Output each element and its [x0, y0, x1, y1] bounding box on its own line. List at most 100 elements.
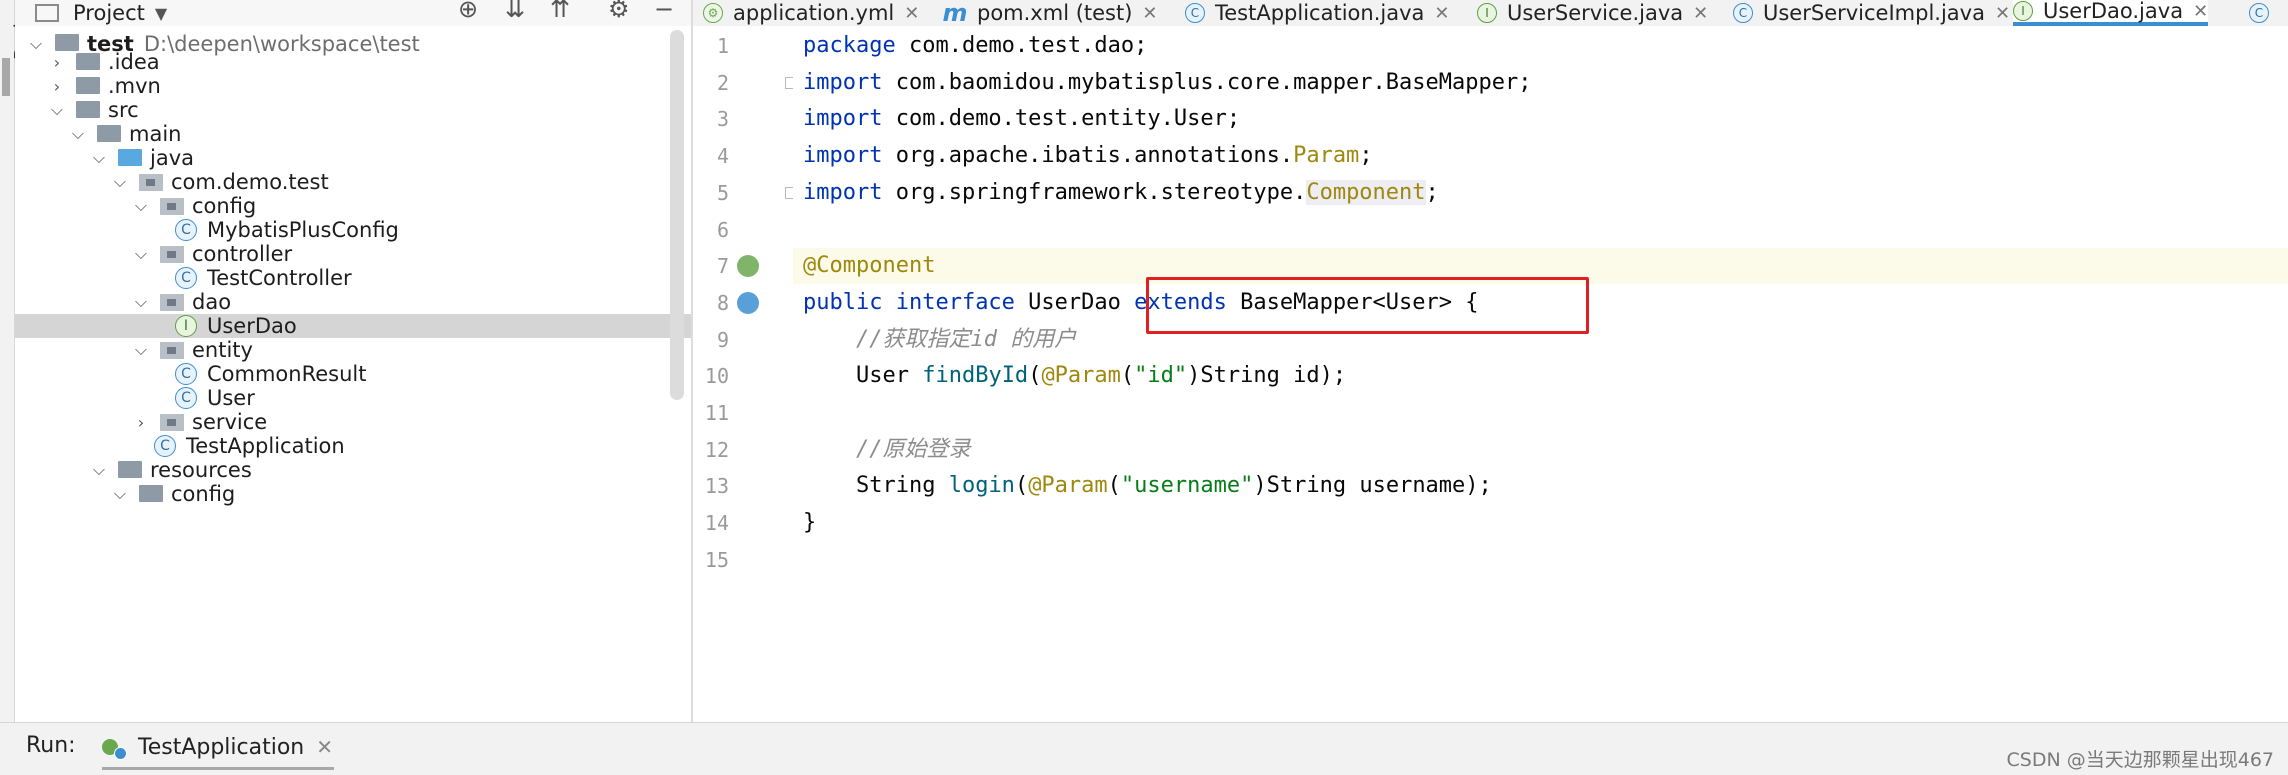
tab-pom-xml-test-[interactable]: m pom.xml (test) ✕: [943, 0, 1158, 26]
package-icon: [160, 197, 184, 215]
run-tab-testapplication[interactable]: TestApplication ✕: [102, 731, 333, 763]
tab-testapplication-java[interactable]: C TestApplication.java ✕: [1185, 0, 1449, 26]
strip-active-marker: [2, 58, 10, 96]
close-icon[interactable]: ✕: [1693, 3, 1708, 24]
close-icon[interactable]: ✕: [1142, 3, 1157, 24]
chevron-right-icon[interactable]: ›: [130, 413, 152, 432]
tree-item--idea[interactable]: › .idea: [15, 50, 691, 74]
folder-icon: [139, 484, 163, 502]
tree-item-controller[interactable]: ⌵ controller: [15, 242, 691, 266]
project-panel-title[interactable]: Project: [73, 1, 145, 25]
collapse-all-icon[interactable]: ⇈: [550, 0, 570, 21]
project-panel-icon: [35, 4, 59, 22]
code-line[interactable]: import com.baomidou.mybatisplus.core.map…: [793, 65, 2288, 101]
code-line[interactable]: [793, 395, 2288, 431]
code-token: package: [803, 33, 909, 58]
tree-item-java[interactable]: ⌵ java: [15, 146, 691, 170]
spring-bean-icon[interactable]: [737, 255, 759, 278]
tree-item-com-demo-test[interactable]: ⌵ com.demo.test: [15, 170, 691, 194]
interface-file-icon: I: [1477, 3, 1497, 23]
tree-item-config[interactable]: ⌵ config: [15, 194, 691, 218]
code-line[interactable]: import org.apache.ibatis.annotations.Par…: [793, 138, 2288, 174]
code-line[interactable]: import org.springframework.stereotype.Co…: [793, 175, 2288, 211]
close-icon[interactable]: ✕: [316, 735, 333, 759]
tree-item-testapplication[interactable]: C TestApplication: [15, 434, 691, 458]
tree-item--mvn[interactable]: › .mvn: [15, 74, 691, 98]
line-number: 14: [704, 511, 729, 536]
tree-item-mybatisplusconfig[interactable]: C MybatisPlusConfig: [15, 218, 691, 242]
code-token: import: [803, 69, 896, 95]
watermark: CSDN @当天边那颗星出现467: [2006, 749, 2274, 771]
code-line[interactable]: User findById(@Param("id")String id);: [793, 358, 2288, 394]
tree-item-resources[interactable]: ⌵ resources: [15, 458, 691, 482]
tab-userdao-java[interactable]: I UserDao.java ✕: [2013, 0, 2209, 26]
code-line[interactable]: [793, 542, 2288, 578]
interface-icon: I: [175, 315, 197, 337]
tree-item-config[interactable]: ⌵ config: [15, 482, 691, 506]
code-token: com.demo.test.entity.User;: [895, 106, 1241, 132]
line-number: 2: [716, 70, 729, 95]
tree-item-src[interactable]: ⌵ src: [15, 98, 691, 122]
tree-item-commonresult[interactable]: C CommonResult: [15, 362, 691, 386]
chevron-down-icon[interactable]: ⌵: [130, 340, 152, 360]
line-number: 3: [716, 107, 729, 132]
line-number: 12: [704, 437, 729, 462]
code-editor[interactable]: package com.demo.test.dao; import com.bao…: [793, 26, 2288, 722]
code-line[interactable]: String login(@Param("username")String us…: [793, 468, 2288, 504]
tree-item-user[interactable]: C User: [15, 386, 691, 410]
chevron-down-icon[interactable]: ▼: [155, 4, 167, 23]
expand-all-icon[interactable]: ⇊: [505, 0, 525, 21]
hide-panel-icon[interactable]: −: [654, 0, 674, 21]
implemented-icon[interactable]: [737, 291, 759, 314]
chevron-down-icon[interactable]: ⌵: [130, 244, 152, 264]
gear-icon[interactable]: ⚙: [608, 0, 630, 21]
chevron-right-icon[interactable]: ›: [46, 77, 68, 96]
editor-gutter: 1 2 3 4 5 6 7 8 9 10 11 12 13 14 15: [693, 26, 797, 722]
tab-label: pom.xml (test): [977, 1, 1133, 25]
chevron-down-icon[interactable]: ⌵: [88, 148, 110, 168]
code-token: User: [803, 363, 923, 389]
tab-userserviceimpl-java[interactable]: C UserServiceImpl.java ✕: [1733, 0, 2010, 26]
code-line[interactable]: package com.demo.test.dao;: [793, 28, 2288, 64]
chevron-down-icon[interactable]: ⌵: [46, 100, 68, 120]
tree-item-service[interactable]: › service: [15, 410, 691, 434]
close-icon[interactable]: ✕: [1995, 3, 2010, 24]
chevron-down-icon[interactable]: ⌵: [130, 292, 152, 312]
code-token: )String id);: [1187, 363, 1347, 389]
tree-item-label: config: [192, 194, 257, 218]
close-icon[interactable]: ✕: [904, 3, 919, 24]
code-token: (: [1028, 363, 1042, 389]
tree-scrollbar[interactable]: [670, 30, 684, 400]
chevron-down-icon[interactable]: ⌵: [67, 124, 89, 144]
tab-application-yml[interactable]: ⚙ application.yml ✕: [703, 0, 919, 26]
run-tab-label: TestApplication: [138, 734, 305, 760]
chevron-down-icon[interactable]: ⌵: [109, 484, 131, 504]
tree-item-testcontroller[interactable]: C TestController: [15, 266, 691, 290]
tab-label: UserService.java: [1507, 1, 1684, 25]
tree-item-entity[interactable]: ⌵ entity: [15, 338, 691, 362]
tree-item-label: main: [129, 122, 182, 146]
chevron-down-icon[interactable]: ⌵: [130, 196, 152, 216]
code-line[interactable]: //原始登录: [793, 432, 2288, 468]
tree-item-userdao[interactable]: I UserDao: [15, 314, 691, 338]
tree-item-label: dao: [192, 290, 232, 314]
locate-icon[interactable]: ⊕: [458, 0, 478, 21]
chevron-down-icon[interactable]: ⌵: [109, 172, 131, 192]
close-icon[interactable]: ✕: [2193, 1, 2208, 22]
chevron-down-icon[interactable]: ⌵: [88, 460, 110, 480]
class-icon: C: [175, 267, 197, 289]
tree-item-dao[interactable]: ⌵ dao: [15, 290, 691, 314]
code-token: ;: [1359, 143, 1373, 169]
tree-item-main[interactable]: ⌵ main: [15, 122, 691, 146]
project-tool-strip[interactable]: Project: [0, 0, 34, 722]
code-line[interactable]: import com.demo.test.entity.User;: [793, 101, 2288, 137]
code-token: com.demo.test.dao;: [908, 33, 1148, 58]
tab-userservice-java[interactable]: I UserService.java ✕: [1477, 0, 1708, 26]
line-number: 6: [716, 217, 729, 242]
class-file-icon[interactable]: C: [2249, 3, 2269, 23]
close-icon[interactable]: ✕: [1434, 3, 1449, 24]
chevron-right-icon[interactable]: ›: [46, 53, 68, 72]
code-token: interface: [895, 289, 1029, 315]
code-line[interactable]: }: [793, 505, 2288, 541]
code-line[interactable]: [793, 212, 2288, 248]
